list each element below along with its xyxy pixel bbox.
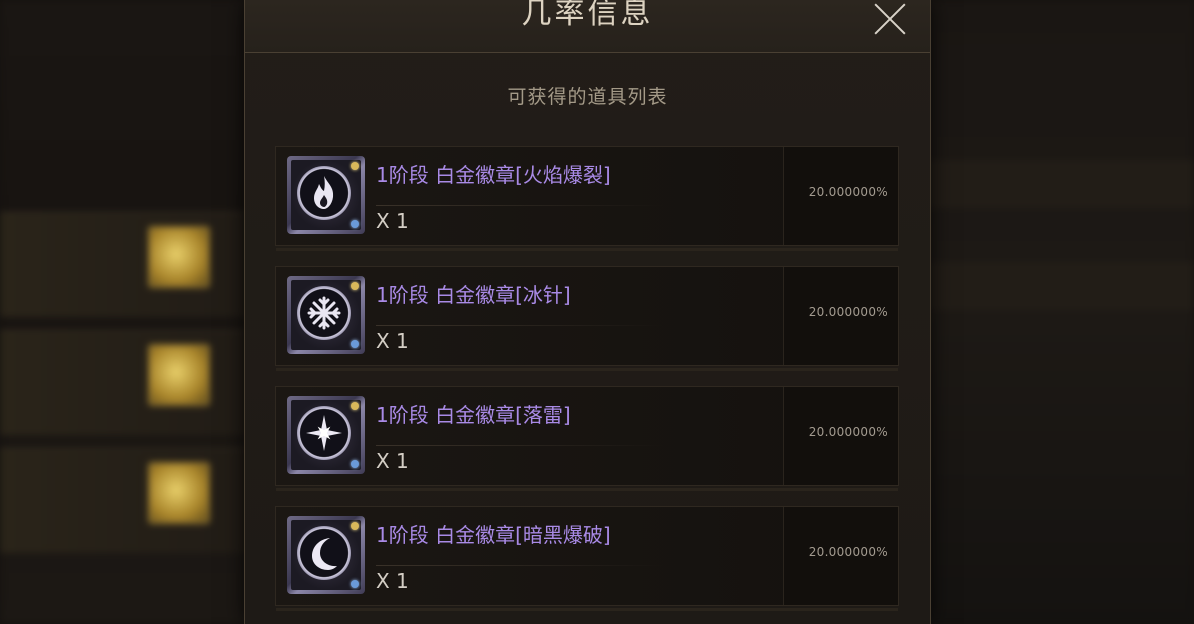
probability-cell: 20.000000% [783,267,898,365]
obtainable-items-heading: 可获得的道具列表 [507,86,668,108]
list-item: 1阶段 白金徽章[冰针] X 1 20.000000% [275,266,899,371]
badge-icon-frame[interactable] [287,396,365,474]
divider [376,565,664,566]
item-list[interactable]: 1阶段 白金徽章[火焰爆裂] X 1 20.000000% 1阶段 白金徽章[冰… [275,146,899,624]
item-probability: 20.000000% [808,305,888,319]
item-name: 1阶段 白金徽章[暗黑爆破] [376,523,611,547]
dialog-header: 几率信息 [245,0,930,53]
probability-cell: 20.000000% [783,507,898,605]
probability-cell: 20.000000% [783,387,898,485]
probability-cell: 20.000000% [783,147,898,245]
item-probability: 20.000000% [808,425,888,439]
item-name: 1阶段 白金徽章[火焰爆裂] [376,163,611,187]
background-reward-icon [148,226,210,288]
gem-decoration [351,522,359,530]
divider [376,445,664,446]
background-strip [928,160,1194,208]
item-probability: 20.000000% [808,185,888,199]
gem-decoration [351,162,359,170]
background-reward-icon [148,462,210,524]
list-item: 1阶段 白金徽章[火焰爆裂] X 1 20.000000% [275,146,899,251]
list-item: 1阶段 白金徽章[暗黑爆破] X 1 20.000000% [275,506,899,611]
item-name: 1阶段 白金徽章[落雷] [376,403,571,427]
badge-icon-background [291,280,361,350]
badge-icon-background [291,160,361,230]
crescent-moon-icon [312,538,337,570]
badge-icon-background [291,520,361,590]
gem-decoration [351,402,359,410]
star-burst-icon [306,415,342,451]
gem-decoration [351,460,359,468]
gem-decoration [351,282,359,290]
item-quantity: X 1 [376,449,409,473]
gem-decoration [351,220,359,228]
badge-icon-frame[interactable] [287,516,365,594]
item-quantity: X 1 [376,209,409,233]
item-probability: 20.000000% [808,545,888,559]
gem-decoration [351,340,359,348]
fire-icon [314,176,334,209]
close-icon[interactable] [872,0,908,36]
gem-decoration [351,580,359,588]
item-quantity: X 1 [376,329,409,353]
badge-icon-frame[interactable] [287,156,365,234]
dialog-title: 几率信息 [521,0,654,31]
background-reward-icon [148,344,210,406]
badge-icon-frame[interactable] [287,276,365,354]
probability-info-dialog: 几率信息 可获得的道具列表 1阶段 白金徽章[火焰爆裂] X 1 20.0000… [244,0,931,624]
badge-icon-background [291,400,361,470]
list-item: 1阶段 白金徽章[落雷] X 1 20.000000% [275,386,899,491]
background-strip [928,262,1194,310]
divider [376,325,664,326]
item-name: 1阶段 白金徽章[冰针] [376,283,571,307]
screen: 几率信息 可获得的道具列表 1阶段 白金徽章[火焰爆裂] X 1 20.0000… [0,0,1194,624]
item-quantity: X 1 [376,569,409,593]
divider [376,205,664,206]
background-left-panel [0,0,245,624]
snowflake-icon [307,296,341,330]
background-right-panel [928,0,1194,624]
